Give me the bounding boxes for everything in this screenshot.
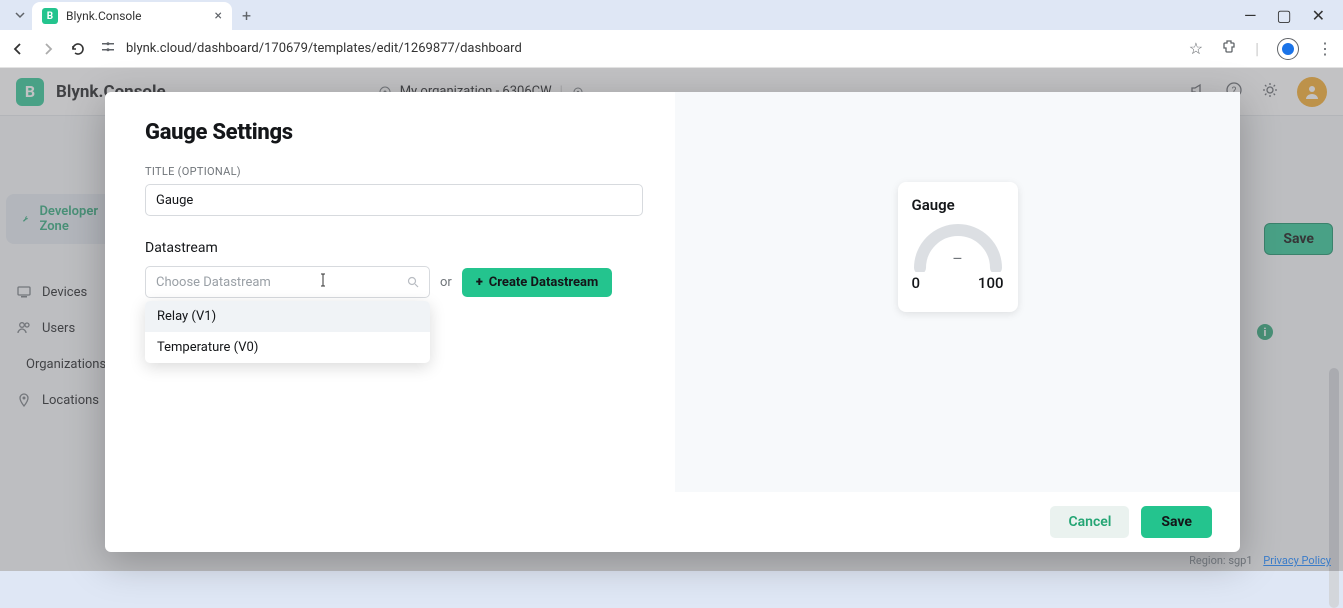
create-datastream-label: Create Datastream <box>489 275 599 290</box>
footer: Region: sgp1 Privacy Policy <box>1189 554 1331 567</box>
gauge-min: 0 <box>912 274 921 292</box>
window-controls: — ▢ ✕ <box>1244 6 1335 25</box>
extensions-icon[interactable] <box>1221 39 1237 59</box>
url-text: blynk.cloud/dashboard/170679/templates/e… <box>126 41 522 56</box>
gauge-preview: Gauge – 0 100 <box>675 92 1240 492</box>
gauge-widget: Gauge – 0 100 <box>898 182 1018 312</box>
title-input[interactable] <box>145 184 643 216</box>
dropdown-item-relay[interactable]: Relay (V1) <box>145 301 430 332</box>
modal-footer: Cancel Save <box>105 492 1240 552</box>
reload-button[interactable] <box>70 41 86 57</box>
profile-icon[interactable] <box>1277 38 1299 60</box>
privacy-link[interactable]: Privacy Policy <box>1263 554 1331 567</box>
dropdown-item-temperature[interactable]: Temperature (V0) <box>145 332 430 363</box>
tab-title: Blynk.Console <box>66 9 207 23</box>
browser-tab-strip: B Blynk.Console × + — ▢ ✕ <box>0 0 1343 30</box>
datastream-label: Datastream <box>145 240 635 256</box>
close-window-icon[interactable]: ✕ <box>1312 6 1325 25</box>
browser-tab[interactable]: B Blynk.Console × <box>32 2 232 30</box>
gauge-settings-modal: Gauge Settings TITLE (OPTIONAL) Datastre… <box>105 92 1240 552</box>
favicon-icon: B <box>42 8 58 24</box>
close-icon[interactable]: × <box>215 8 222 24</box>
minimize-icon[interactable]: — <box>1244 6 1257 25</box>
site-settings-icon[interactable] <box>100 39 116 59</box>
tab-search-icon[interactable] <box>8 9 32 21</box>
datastream-select[interactable]: Choose Datastream <box>145 266 430 298</box>
maximize-icon[interactable]: ▢ <box>1276 6 1291 25</box>
datastream-placeholder: Choose Datastream <box>156 275 407 290</box>
menu-icon[interactable]: ⋮ <box>1317 39 1333 58</box>
gauge-title: Gauge <box>912 196 1004 214</box>
datastream-dropdown: Relay (V1) Temperature (V0) <box>145 301 430 363</box>
title-label: TITLE (OPTIONAL) <box>145 165 635 178</box>
browser-toolbar: blynk.cloud/dashboard/170679/templates/e… <box>0 30 1343 68</box>
gauge-value: – <box>952 249 963 268</box>
gauge-arc: – <box>912 222 1004 272</box>
cancel-button[interactable]: Cancel <box>1050 506 1129 538</box>
forward-button[interactable] <box>40 41 56 57</box>
or-text: or <box>440 275 452 290</box>
save-button[interactable]: Save <box>1141 506 1212 538</box>
modal-title: Gauge Settings <box>145 120 635 145</box>
create-datastream-button[interactable]: + Create Datastream <box>462 268 612 297</box>
search-icon <box>407 273 419 292</box>
new-tab-button[interactable]: + <box>242 6 251 25</box>
text-cursor-icon <box>318 272 328 292</box>
back-button[interactable] <box>10 41 26 57</box>
gauge-max: 100 <box>978 274 1004 292</box>
address-bar[interactable]: blynk.cloud/dashboard/170679/templates/e… <box>100 39 1175 59</box>
region-text: Region: sgp1 <box>1189 554 1252 567</box>
plus-icon: + <box>476 275 483 290</box>
bookmark-icon[interactable]: ☆ <box>1189 39 1203 58</box>
